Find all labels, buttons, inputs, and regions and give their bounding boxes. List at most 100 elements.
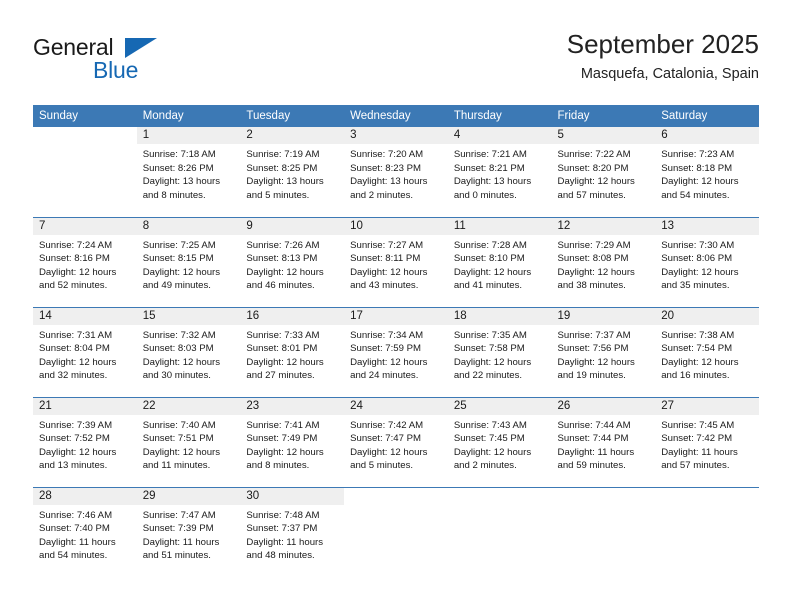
sunrise-text: Sunrise: 7:39 AM [39, 419, 113, 431]
calendar-day-cell[interactable]: 15 Sunrise: 7:32 AM Sunset: 8:03 PM Dayligh… [136, 306, 241, 397]
calendar-day-cell[interactable]: 22 Sunrise: 7:40 AM Sunset: 7:51 PM Dayligh… [136, 396, 241, 487]
calendar-day-cell[interactable]: 9 Sunrise: 7:26 AM Sunset: 8:13 PM Daylight… [240, 216, 345, 307]
day-number: 13 [655, 217, 759, 235]
day-number: 15 [136, 307, 241, 325]
daylight-text: and 19 minutes. [557, 370, 626, 382]
daylight-text: and 13 minutes. [39, 460, 108, 472]
day-number: 11 [447, 217, 552, 235]
calendar-week-row: 1 Sunrise: 7:18 AM Sunset: 8:26 PM Daylight… [33, 127, 759, 217]
sunset-text: Sunset: 8:26 PM [142, 162, 214, 174]
daylight-text: Daylight: 13 hours [142, 176, 221, 188]
sunset-text: Sunset: 7:47 PM [350, 433, 422, 445]
sunset-text: Sunset: 8:15 PM [142, 253, 214, 265]
calendar-day-cell[interactable]: 25 Sunrise: 7:43 AM Sunset: 7:45 PM Dayligh… [447, 396, 552, 487]
calendar-empty-cell [655, 486, 759, 577]
calendar-day-cell[interactable]: 3 Sunrise: 7:20 AM Sunset: 8:23 PM Daylight… [344, 127, 448, 217]
daylight-text: Daylight: 12 hours [39, 266, 117, 278]
daylight-text: Daylight: 11 hours [39, 536, 116, 548]
calendar-day-cell[interactable]: 24 Sunrise: 7:42 AM Sunset: 7:47 PM Dayligh… [344, 396, 448, 487]
sunrise-text: Sunrise: 7:40 AM [142, 419, 216, 431]
day-number: 5 [551, 127, 656, 144]
daylight-text: and 54 minutes. [39, 550, 108, 562]
calendar-week-row: 14 Sunrise: 7:31 AM Sunset: 8:04 PM Dayligh… [33, 306, 759, 397]
sunrise-text: Sunrise: 7:45 AM [661, 419, 735, 431]
weekday-header-saturday: Saturday [655, 105, 759, 127]
daylight-text: and 57 minutes. [661, 460, 730, 472]
calendar-day-cell[interactable]: 6 Sunrise: 7:23 AM Sunset: 8:18 PM Daylight… [655, 127, 759, 217]
daylight-text: and 8 minutes. [142, 189, 206, 201]
calendar-day-cell[interactable]: 12 Sunrise: 7:29 AM Sunset: 8:08 PM Dayligh… [551, 216, 656, 307]
sunrise-text: Sunrise: 7:32 AM [142, 329, 216, 341]
calendar-day-cell[interactable]: 11 Sunrise: 7:28 AM Sunset: 8:10 PM Dayligh… [447, 216, 552, 307]
sunrise-text: Sunrise: 7:43 AM [453, 419, 527, 431]
daylight-text: Daylight: 12 hours [350, 356, 428, 368]
day-details: Sunrise: 7:21 AM Sunset: 8:21 PM Daylight:… [448, 144, 552, 202]
daylight-text: and 49 minutes. [142, 280, 211, 292]
calendar-day-cell[interactable]: 17 Sunrise: 7:34 AM Sunset: 7:59 PM Dayligh… [344, 306, 448, 397]
day-details: Sunrise: 7:28 AM Sunset: 8:10 PM Daylight:… [448, 235, 552, 293]
day-number [447, 487, 552, 505]
sunrise-text: Sunrise: 7:26 AM [246, 239, 320, 251]
calendar-day-cell[interactable]: 18 Sunrise: 7:35 AM Sunset: 7:58 PM Dayligh… [447, 306, 552, 397]
sunrise-text: Sunrise: 7:30 AM [661, 239, 735, 251]
day-number: 3 [344, 127, 448, 144]
calendar-day-cell[interactable]: 13 Sunrise: 7:30 AM Sunset: 8:06 PM Dayligh… [655, 216, 759, 307]
calendar-day-cell[interactable]: 26 Sunrise: 7:44 AM Sunset: 7:44 PM Dayligh… [551, 396, 656, 487]
daylight-text: and 2 minutes. [350, 189, 414, 201]
calendar-day-cell[interactable]: 30 Sunrise: 7:48 AM Sunset: 7:37 PM Dayligh… [240, 486, 345, 577]
day-details: Sunrise: 7:20 AM Sunset: 8:23 PM Daylight:… [344, 144, 448, 202]
day-details: Sunrise: 7:37 AM Sunset: 7:56 PM Daylight:… [552, 325, 656, 383]
calendar-day-cell[interactable]: 29 Sunrise: 7:47 AM Sunset: 7:39 PM Dayligh… [136, 486, 241, 577]
day-number: 16 [240, 307, 345, 325]
calendar-day-cell[interactable]: 21 Sunrise: 7:39 AM Sunset: 7:52 PM Dayligh… [33, 396, 137, 487]
sunrise-text: Sunrise: 7:28 AM [453, 239, 527, 251]
daylight-text: and 8 minutes. [246, 460, 310, 472]
daylight-text: and 51 minutes. [142, 550, 211, 562]
daylight-text: Daylight: 12 hours [246, 266, 324, 278]
day-number: 2 [240, 127, 345, 144]
daylight-text: Daylight: 12 hours [661, 176, 739, 188]
daylight-text: Daylight: 11 hours [246, 536, 324, 548]
calendar-body: 1 Sunrise: 7:18 AM Sunset: 8:26 PM Daylight… [33, 127, 759, 577]
day-details: Sunrise: 7:27 AM Sunset: 8:11 PM Daylight:… [344, 235, 448, 293]
calendar-day-cell[interactable]: 7 Sunrise: 7:24 AM Sunset: 8:16 PM Daylight… [33, 216, 137, 307]
day-number: 25 [447, 397, 552, 415]
sunset-text: Sunset: 8:20 PM [557, 162, 629, 174]
sunset-text: Sunset: 8:18 PM [661, 162, 733, 174]
daylight-text: and 54 minutes. [661, 189, 730, 201]
general-blue-logo[interactable]: General Blue [33, 34, 253, 90]
calendar-day-cell[interactable]: 23 Sunrise: 7:41 AM Sunset: 7:49 PM Dayligh… [240, 396, 345, 487]
calendar-day-cell[interactable]: 28 Sunrise: 7:46 AM Sunset: 7:40 PM Dayligh… [33, 486, 137, 577]
calendar-day-cell[interactable]: 1 Sunrise: 7:18 AM Sunset: 8:26 PM Daylight… [136, 127, 241, 217]
sunset-text: Sunset: 7:45 PM [453, 433, 525, 445]
daylight-text: Daylight: 11 hours [557, 446, 635, 458]
calendar-day-cell[interactable]: 14 Sunrise: 7:31 AM Sunset: 8:04 PM Dayligh… [33, 306, 137, 397]
sunrise-text: Sunrise: 7:38 AM [661, 329, 735, 341]
daylight-text: and 30 minutes. [142, 370, 211, 382]
calendar-day-cell[interactable]: 2 Sunrise: 7:19 AM Sunset: 8:25 PM Daylight… [240, 127, 345, 217]
day-number [344, 487, 448, 505]
weekday-header-monday: Monday [136, 105, 241, 127]
weekday-header-sunday: Sunday [33, 105, 137, 127]
calendar-day-cell[interactable]: 8 Sunrise: 7:25 AM Sunset: 8:15 PM Daylight… [136, 216, 241, 307]
calendar-day-cell[interactable]: 16 Sunrise: 7:33 AM Sunset: 8:01 PM Dayligh… [240, 306, 345, 397]
sunset-text: Sunset: 7:56 PM [557, 343, 629, 355]
calendar-week-row: 28 Sunrise: 7:46 AM Sunset: 7:40 PM Dayligh… [33, 486, 759, 577]
sunset-text: Sunset: 7:59 PM [350, 343, 422, 355]
calendar-day-cell[interactable]: 27 Sunrise: 7:45 AM Sunset: 7:42 PM Dayligh… [655, 396, 759, 487]
calendar-day-cell[interactable]: 20 Sunrise: 7:38 AM Sunset: 7:54 PM Dayligh… [655, 306, 759, 397]
day-number: 18 [447, 307, 552, 325]
calendar-day-cell[interactable]: 19 Sunrise: 7:37 AM Sunset: 7:56 PM Dayligh… [551, 306, 656, 397]
calendar-week-row: 21 Sunrise: 7:39 AM Sunset: 7:52 PM Dayligh… [33, 396, 759, 487]
daylight-text: and 41 minutes. [453, 280, 523, 292]
sunrise-text: Sunrise: 7:42 AM [350, 419, 424, 431]
day-number [33, 127, 137, 144]
daylight-text: Daylight: 12 hours [246, 356, 324, 368]
calendar-day-cell[interactable]: 5 Sunrise: 7:22 AM Sunset: 8:20 PM Daylight… [551, 127, 656, 217]
calendar-day-cell[interactable]: 10 Sunrise: 7:27 AM Sunset: 8:11 PM Dayligh… [344, 216, 448, 307]
day-details: Sunrise: 7:32 AM Sunset: 8:03 PM Daylight:… [137, 325, 241, 383]
daylight-text: and 52 minutes. [39, 280, 108, 292]
day-details: Sunrise: 7:25 AM Sunset: 8:15 PM Daylight:… [137, 235, 241, 293]
calendar-week-row: 7 Sunrise: 7:24 AM Sunset: 8:16 PM Daylight… [33, 216, 759, 307]
calendar-day-cell[interactable]: 4 Sunrise: 7:21 AM Sunset: 8:21 PM Daylight… [447, 127, 552, 217]
